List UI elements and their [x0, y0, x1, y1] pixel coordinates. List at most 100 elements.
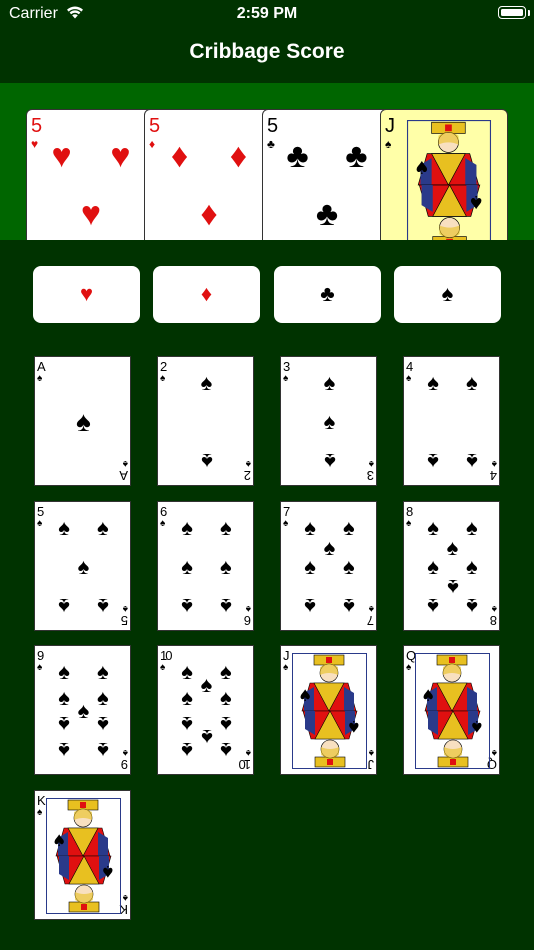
card-pip: ♠ — [97, 659, 109, 684]
spades-icon: ♠ — [441, 281, 454, 306]
card-pip: ♠ — [181, 594, 193, 619]
card-suit-small: ♠ — [283, 518, 289, 529]
card-rank: A — [119, 468, 128, 483]
card-pip: ♠ — [200, 449, 213, 474]
card-corner-bottom: 6 ♠ — [239, 601, 251, 628]
card-pip: ♠ — [343, 554, 355, 579]
card-pip: ♠ — [427, 515, 439, 540]
card-corner-bottom: 8 ♠ — [485, 601, 497, 628]
card-suit-small: ♠ — [283, 662, 289, 673]
card-pip: ♣ — [345, 137, 368, 176]
svg-text:♠: ♠ — [414, 158, 430, 179]
card-suit-small: ♠ — [160, 662, 166, 673]
card-suit-small: ♠ — [37, 662, 43, 673]
card-pip: ♠ — [58, 515, 70, 540]
face-card-figure: ♠ — [292, 653, 367, 769]
deck-card[interactable]: 4 ♠ 4 ♠ ♠ ♠ ♠ ♠ — [403, 356, 500, 486]
card-rank: 9 — [120, 757, 128, 772]
card-pip: ♠ — [77, 698, 90, 723]
card-rank: 5 — [37, 504, 45, 519]
status-bar: Carrier 2:59 PM — [0, 0, 534, 28]
hand-card[interactable]: 5 ♥ ♥ ♥ ♥ — [26, 109, 154, 240]
deck-card[interactable]: 10 ♠ 10 ♠ ♠ ♠ ♠ ♠ ♠ ♠ ♠ ♠ ♠ ♠ — [157, 645, 254, 775]
card-pip: ♠ — [97, 685, 109, 710]
card-rank: K — [37, 793, 46, 808]
hand-card[interactable]: 5 ♦ ♦ ♦ ♦ — [144, 109, 272, 240]
card-rank: J — [283, 648, 290, 663]
card-rank: 4 — [406, 359, 414, 374]
card-rank: J — [367, 757, 375, 772]
card-pip: ♠ — [58, 738, 70, 763]
card-pip: ♠ — [200, 370, 213, 395]
card-pip: ♠ — [97, 738, 109, 763]
card-corner-bottom: 10 ♠ — [239, 745, 251, 772]
card-suit-small: ♠ — [160, 373, 166, 384]
card-pip: ♠ — [76, 406, 91, 437]
diamonds-icon: ♦ — [200, 281, 213, 306]
card-suit-small: ♥ — [31, 137, 39, 151]
card-pip: ♠ — [181, 712, 193, 737]
card-pip: ♠ — [466, 515, 478, 540]
suit-button-diamonds[interactable]: ♦ — [153, 266, 260, 323]
card-pip: ♠ — [220, 712, 232, 737]
card-pip: ♠ — [304, 594, 316, 619]
page-title: Cribbage Score — [189, 40, 345, 63]
suit-button-spades[interactable]: ♠ — [394, 266, 501, 323]
card-pip: ♠ — [304, 515, 316, 540]
deck-card[interactable]: 9 ♠ 9 ♠ ♠ ♠ ♠ ♠ ♠ ♠ ♠ ♠ ♠ — [34, 645, 131, 775]
card-pip: ♠ — [220, 685, 232, 710]
deck-card[interactable]: A ♠ A ♠ ♠ — [34, 356, 131, 486]
card-rank: 6 — [160, 504, 168, 519]
card-suit-small: ♠ — [37, 373, 43, 384]
face-card-figure: ♠ — [46, 798, 121, 914]
card-rank: 4 — [489, 468, 497, 483]
card-suit-small: ♠ — [385, 137, 392, 151]
deck-card[interactable]: 5 ♠ 5 ♠ ♠ ♠ ♠ ♠ ♠ — [34, 501, 131, 631]
card-pip: ♣ — [315, 194, 339, 233]
card-pip: ♦ — [200, 194, 218, 233]
card-pip: ♠ — [446, 574, 459, 600]
card-corner-bottom: 9 ♠ — [116, 745, 128, 772]
card-pip: ♠ — [427, 449, 439, 474]
card-pip: ♠ — [343, 594, 355, 619]
card-pip: ♠ — [343, 515, 355, 540]
card-pip: ♥ — [110, 137, 131, 176]
deck-card[interactable]: J ♠ J ♠ ♠ — [280, 645, 377, 775]
card-rank: 6 — [243, 613, 251, 628]
battery-tip — [528, 10, 530, 16]
card-rank: J — [385, 115, 395, 137]
deck-card[interactable]: 6 ♠ 6 ♠ ♠ ♠ ♠ ♠ ♠ ♠ — [157, 501, 254, 631]
card-pip: ♠ — [77, 554, 90, 579]
card-suit-small: ♠ — [406, 662, 412, 673]
card-suit-small: ♠ — [491, 747, 497, 758]
card-pip: ♠ — [58, 659, 70, 684]
card-pip: ♠ — [220, 738, 232, 763]
deck-card[interactable]: 7 ♠ 7 ♠ ♠ ♠ ♠ ♠ ♠ ♠ ♠ — [280, 501, 377, 631]
card-pip: ♠ — [427, 370, 439, 395]
card-rank: 2 — [160, 359, 168, 374]
card-pip: ♠ — [97, 712, 109, 737]
deck-card[interactable]: 3 ♠ 3 ♠ ♠ ♠ ♠ — [280, 356, 377, 486]
hand-card[interactable]: J ♠ ♠ — [380, 109, 508, 240]
card-pip: ♠ — [58, 685, 70, 710]
status-time: 2:59 PM — [236, 5, 298, 22]
deck-card[interactable]: Q ♠ Q ♠ ♠ — [403, 645, 500, 775]
card-pip: ♠ — [446, 534, 459, 560]
suit-button-clubs[interactable]: ♣ — [274, 266, 381, 323]
card-rank: 3 — [283, 359, 291, 374]
card-pip: ♥ — [51, 137, 72, 176]
card-corner-bottom: 7 ♠ — [362, 601, 374, 628]
card-suit-small: ♠ — [245, 747, 251, 758]
deck-card[interactable]: 2 ♠ 2 ♠ ♠ ♠ — [157, 356, 254, 486]
card-pip: ♠ — [97, 594, 109, 619]
card-pip: ♠ — [466, 594, 478, 619]
deck-card[interactable]: 8 ♠ 8 ♠ ♠ ♠ ♠ ♠ ♠ ♠ ♠ ♠ — [403, 501, 500, 631]
card-corner-bottom: 5 ♠ — [116, 601, 128, 628]
hand-card[interactable]: 5 ♣ ♣ ♣ ♣ — [262, 109, 390, 240]
card-suit-small: ♠ — [37, 807, 43, 818]
suit-button-hearts[interactable]: ♥ — [33, 266, 140, 323]
card-pip: ♠ — [181, 515, 193, 540]
deck-card[interactable]: K ♠ K ♠ ♠ — [34, 790, 131, 920]
card-suit-small: ♠ — [368, 747, 374, 758]
card-suit-small: ♠ — [160, 518, 166, 529]
